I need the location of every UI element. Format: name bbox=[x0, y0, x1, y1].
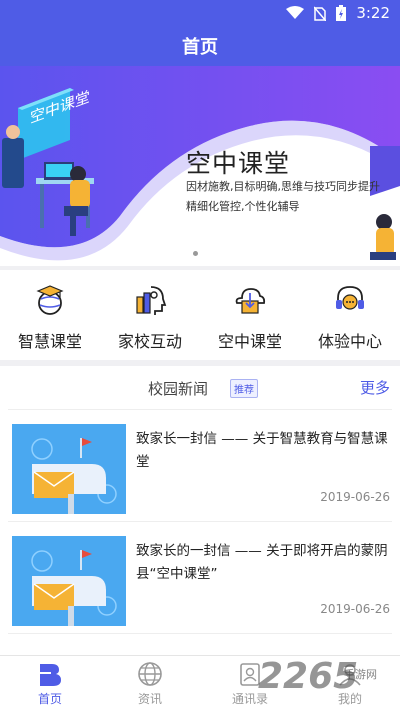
student-illustration bbox=[370, 146, 400, 260]
banner-subtitle-2: 精细化管控,个性化辅导 bbox=[186, 200, 300, 213]
news-date: 2019-06-26 bbox=[320, 490, 390, 504]
campus-news-section: 校园新闻 推荐 更多 致家长一封信 —— 关于智慧教育与智慧课堂 2019-06… bbox=[0, 366, 400, 656]
quick-nav-label: 体验中心 bbox=[317, 332, 382, 351]
news-item[interactable]: 致家长的一封信 —— 关于即将开启的蒙阴县“空中课堂” 2019-06-26 bbox=[8, 522, 392, 634]
no-sim-icon bbox=[314, 6, 327, 21]
news-header: 校园新闻 推荐 更多 bbox=[8, 366, 392, 410]
globe-icon bbox=[138, 662, 162, 686]
quick-nav-experience-center[interactable]: 体验中心 bbox=[300, 270, 400, 360]
news-item[interactable]: 致家长一封信 —— 关于智慧教育与智慧课堂 2019-06-26 bbox=[8, 410, 392, 522]
carousel-indicator[interactable] bbox=[193, 251, 198, 256]
news-thumbnail bbox=[12, 424, 126, 514]
quick-nav: 智慧课堂 家校互动 空中课堂 体验中心 bbox=[0, 270, 400, 360]
tab-label: 首页 bbox=[37, 692, 62, 706]
status-time: 3:22 bbox=[356, 4, 390, 22]
quick-nav-smart-classroom[interactable]: 智慧课堂 bbox=[0, 270, 100, 360]
app-header: 首页 bbox=[0, 26, 400, 66]
watermark-subtext: 手游网 bbox=[344, 668, 377, 681]
quick-nav-label: 家校互动 bbox=[117, 332, 182, 351]
status-bar: 3:22 bbox=[0, 0, 400, 26]
head-books-icon bbox=[132, 282, 168, 318]
app-screen: 3:22 首页 空中课堂 空中课堂 因材施教,目标明确,思维与技巧同步提升 精细… bbox=[0, 0, 400, 711]
banner-carousel[interactable]: 空中课堂 空中课堂 因材施教,目标明确,思维与技巧同步提升 精细化管控,个性化辅… bbox=[0, 66, 400, 266]
cloud-book-icon bbox=[232, 282, 268, 318]
news-date: 2019-06-26 bbox=[320, 602, 390, 616]
tab-home[interactable]: 首页 bbox=[0, 656, 100, 711]
recommend-badge: 推荐 bbox=[230, 379, 258, 398]
news-title: 致家长一封信 —— 关于智慧教育与智慧课堂 bbox=[136, 431, 388, 470]
news-thumbnail bbox=[12, 536, 126, 626]
tab-label: 资讯 bbox=[137, 692, 162, 706]
news-section-title: 校园新闻 bbox=[148, 380, 209, 398]
news-title: 致家长的一封信 —— 关于即将开启的蒙阴县“空中课堂” bbox=[136, 543, 388, 582]
classroom-illustration: 空中课堂 bbox=[2, 88, 94, 236]
quick-nav-label: 空中课堂 bbox=[217, 332, 282, 351]
page-title: 首页 bbox=[182, 37, 218, 58]
banner-subtitle: 因材施教,目标明确,思维与技巧同步提升 bbox=[186, 180, 380, 193]
quick-nav-home-school[interactable]: 家校互动 bbox=[100, 270, 200, 360]
more-link[interactable]: 更多 bbox=[360, 377, 390, 398]
graduation-globe-icon bbox=[32, 282, 68, 318]
headset-chat-icon bbox=[332, 282, 368, 318]
home-b-icon bbox=[40, 664, 61, 686]
wifi-icon bbox=[286, 6, 305, 19]
banner-title: 空中课堂 bbox=[186, 149, 291, 178]
battery-charging-icon bbox=[336, 5, 347, 21]
tab-news[interactable]: 资讯 bbox=[100, 656, 200, 711]
quick-nav-air-classroom[interactable]: 空中课堂 bbox=[200, 270, 300, 360]
quick-nav-label: 智慧课堂 bbox=[17, 332, 82, 351]
